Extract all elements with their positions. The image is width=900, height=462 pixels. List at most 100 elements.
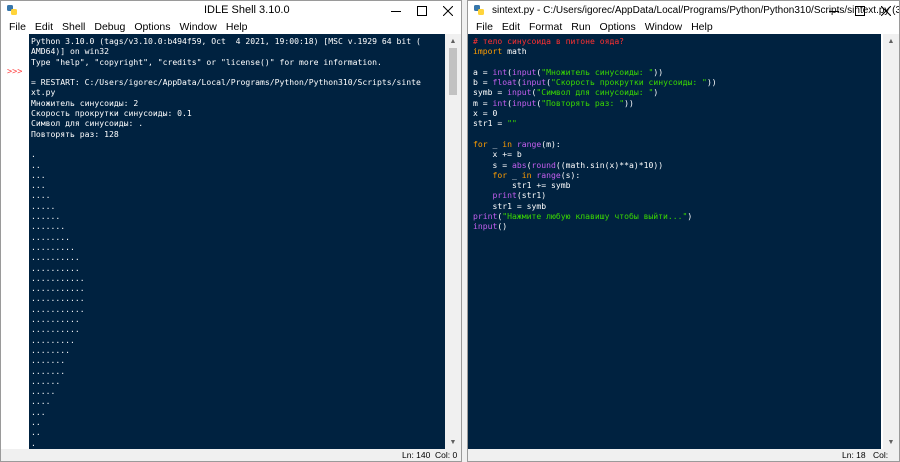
code-line: import math bbox=[473, 46, 881, 56]
shell-output-line bbox=[31, 67, 445, 77]
shell-menu-help[interactable]: Help bbox=[226, 21, 248, 33]
code-token: )) bbox=[653, 66, 664, 77]
code-line: print(str1) bbox=[473, 190, 881, 200]
code-line: print("Нажмите любую клавишу чтобы выйти… bbox=[473, 211, 881, 221]
shell-menu-options[interactable]: Options bbox=[134, 21, 170, 33]
shell-prompt: >>> bbox=[7, 67, 23, 77]
close-icon bbox=[443, 5, 453, 16]
editor-menu-edit[interactable]: Edit bbox=[502, 21, 520, 33]
code-line: str1 += symb bbox=[473, 180, 881, 190]
editor-menu-run[interactable]: Run bbox=[571, 21, 590, 33]
shell-output-line: ....... bbox=[31, 365, 66, 376]
maximize-icon bbox=[855, 5, 865, 16]
close-icon bbox=[881, 5, 891, 16]
scroll-up-arrow-icon[interactable]: ▲ bbox=[883, 34, 899, 48]
editor-menu-bar: File Edit Format Run Options Window Help bbox=[468, 20, 899, 34]
code-token: ((math.sin(x)**a)*10)) bbox=[555, 159, 664, 170]
maximize-button[interactable] bbox=[409, 1, 435, 20]
shell-menu-debug[interactable]: Debug bbox=[94, 21, 125, 33]
maximize-button[interactable] bbox=[847, 1, 873, 20]
code-token: str1 = symb bbox=[473, 200, 547, 211]
shell-output-area[interactable]: Python 3.10.0 (tags/v3.10.0:b494f59, Oct… bbox=[29, 34, 445, 449]
code-token: int bbox=[492, 66, 508, 77]
code-token: () bbox=[497, 221, 508, 232]
minimize-button[interactable] bbox=[383, 1, 409, 20]
close-button[interactable] bbox=[435, 1, 461, 20]
shell-output-line: ........... bbox=[31, 293, 85, 304]
shell-output-line: = RESTART: C:/Users/igorec/AppData/Local… bbox=[31, 77, 421, 88]
shell-output-line bbox=[31, 139, 445, 149]
shell-output-line: ......... bbox=[31, 241, 75, 252]
shell-output-line: .. bbox=[31, 416, 41, 427]
shell-output-line: .... bbox=[31, 396, 51, 407]
idle-shell-window[interactable]: IDLE Shell 3.10.0 File Edit Shell Debug Opti… bbox=[0, 0, 462, 462]
editor-menu-file[interactable]: File bbox=[476, 21, 493, 33]
shell-output-line: Множитель синусоиды: 2 bbox=[31, 97, 139, 108]
editor-window[interactable]: sintext.py - C:/Users/igorec/AppData/Loc… bbox=[467, 0, 900, 462]
code-token: symb = bbox=[473, 87, 508, 98]
shell-output-line: .. bbox=[31, 427, 41, 438]
shell-menu-file[interactable]: File bbox=[9, 21, 26, 33]
code-token: in bbox=[502, 138, 512, 149]
code-line: x = 0 bbox=[473, 108, 881, 118]
code-token: print bbox=[473, 211, 498, 222]
shell-menu-shell[interactable]: Shell bbox=[62, 21, 85, 33]
code-line: for _ in range(s): bbox=[473, 170, 881, 180]
close-button[interactable] bbox=[873, 1, 899, 20]
code-token: for bbox=[492, 169, 508, 180]
code-token: ) bbox=[653, 87, 659, 98]
editor-title-bar[interactable]: sintext.py - C:/Users/igorec/AppData/Loc… bbox=[468, 1, 899, 20]
code-token: "Множитель синусоиды: " bbox=[541, 66, 654, 77]
code-token: x += b bbox=[473, 149, 522, 160]
code-token: "Повторять раз: " bbox=[541, 97, 625, 108]
editor-status-bar: Ln: 18 Col: 28 bbox=[468, 449, 899, 461]
shell-menu-window[interactable]: Window bbox=[180, 21, 217, 33]
code-editor-area[interactable]: # тело синусоида в питоне ояда? import ma… bbox=[468, 34, 881, 449]
scroll-up-arrow-icon[interactable]: ▲ bbox=[445, 34, 461, 48]
code-line: str1 = "" bbox=[473, 118, 881, 128]
shell-output-line: ........ bbox=[31, 231, 70, 242]
editor-menu-format[interactable]: Format bbox=[529, 21, 562, 33]
code-line: str1 = symb bbox=[473, 201, 881, 211]
code-token: _ bbox=[507, 169, 522, 180]
minimize-button[interactable] bbox=[821, 1, 847, 20]
code-token: (m): bbox=[541, 138, 561, 149]
shell-output-line: .......... bbox=[31, 324, 80, 335]
shell-output-line: ...... bbox=[31, 211, 61, 222]
editor-menu-options[interactable]: Options bbox=[600, 21, 636, 33]
shell-output-line: ... bbox=[31, 406, 46, 417]
shell-output-line: AMD64)] on win32 bbox=[31, 46, 109, 57]
shell-output-line: ..... bbox=[31, 386, 56, 397]
scroll-down-arrow-icon[interactable]: ▼ bbox=[445, 435, 461, 449]
code-line: b = float(input("Скорость прокрутки сину… bbox=[473, 77, 881, 87]
shell-title-bar[interactable]: IDLE Shell 3.10.0 bbox=[1, 1, 461, 20]
editor-vertical-scrollbar[interactable]: ▲ ▼ bbox=[883, 34, 899, 449]
shell-output-line: Type "help", "copyright", "credits" or "… bbox=[31, 56, 382, 67]
shell-output-line: Повторять раз: 128 bbox=[31, 128, 119, 139]
code-token: x = 0 bbox=[473, 108, 498, 119]
scrollbar-thumb[interactable] bbox=[449, 48, 457, 95]
code-token: int bbox=[492, 97, 508, 108]
python-logo-icon bbox=[7, 5, 17, 15]
shell-menu-edit[interactable]: Edit bbox=[35, 21, 53, 33]
shell-output-line: Символ для синусоиды: . bbox=[31, 118, 144, 129]
editor-menu-help[interactable]: Help bbox=[691, 21, 713, 33]
code-token: "Нажмите любую клавишу чтобы выйти..." bbox=[502, 211, 688, 222]
editor-menu-window[interactable]: Window bbox=[645, 21, 682, 33]
code-token: in bbox=[521, 169, 532, 180]
code-token: range bbox=[516, 138, 542, 149]
shell-menu-bar: File Edit Shell Debug Options Window Help bbox=[1, 20, 461, 34]
shell-output-line: ........... bbox=[31, 303, 85, 314]
scroll-down-arrow-icon[interactable]: ▼ bbox=[883, 435, 899, 449]
code-token: a = bbox=[473, 66, 493, 77]
minimize-icon bbox=[391, 10, 401, 12]
shell-output-line: ....... bbox=[31, 221, 66, 232]
code-token: "" bbox=[507, 118, 517, 129]
code-token: abs bbox=[511, 159, 527, 170]
shell-vertical-scrollbar[interactable]: ▲ ▼ bbox=[445, 34, 461, 449]
editor-line-number: Ln: 18 bbox=[842, 450, 866, 460]
code-token: import bbox=[473, 46, 503, 57]
